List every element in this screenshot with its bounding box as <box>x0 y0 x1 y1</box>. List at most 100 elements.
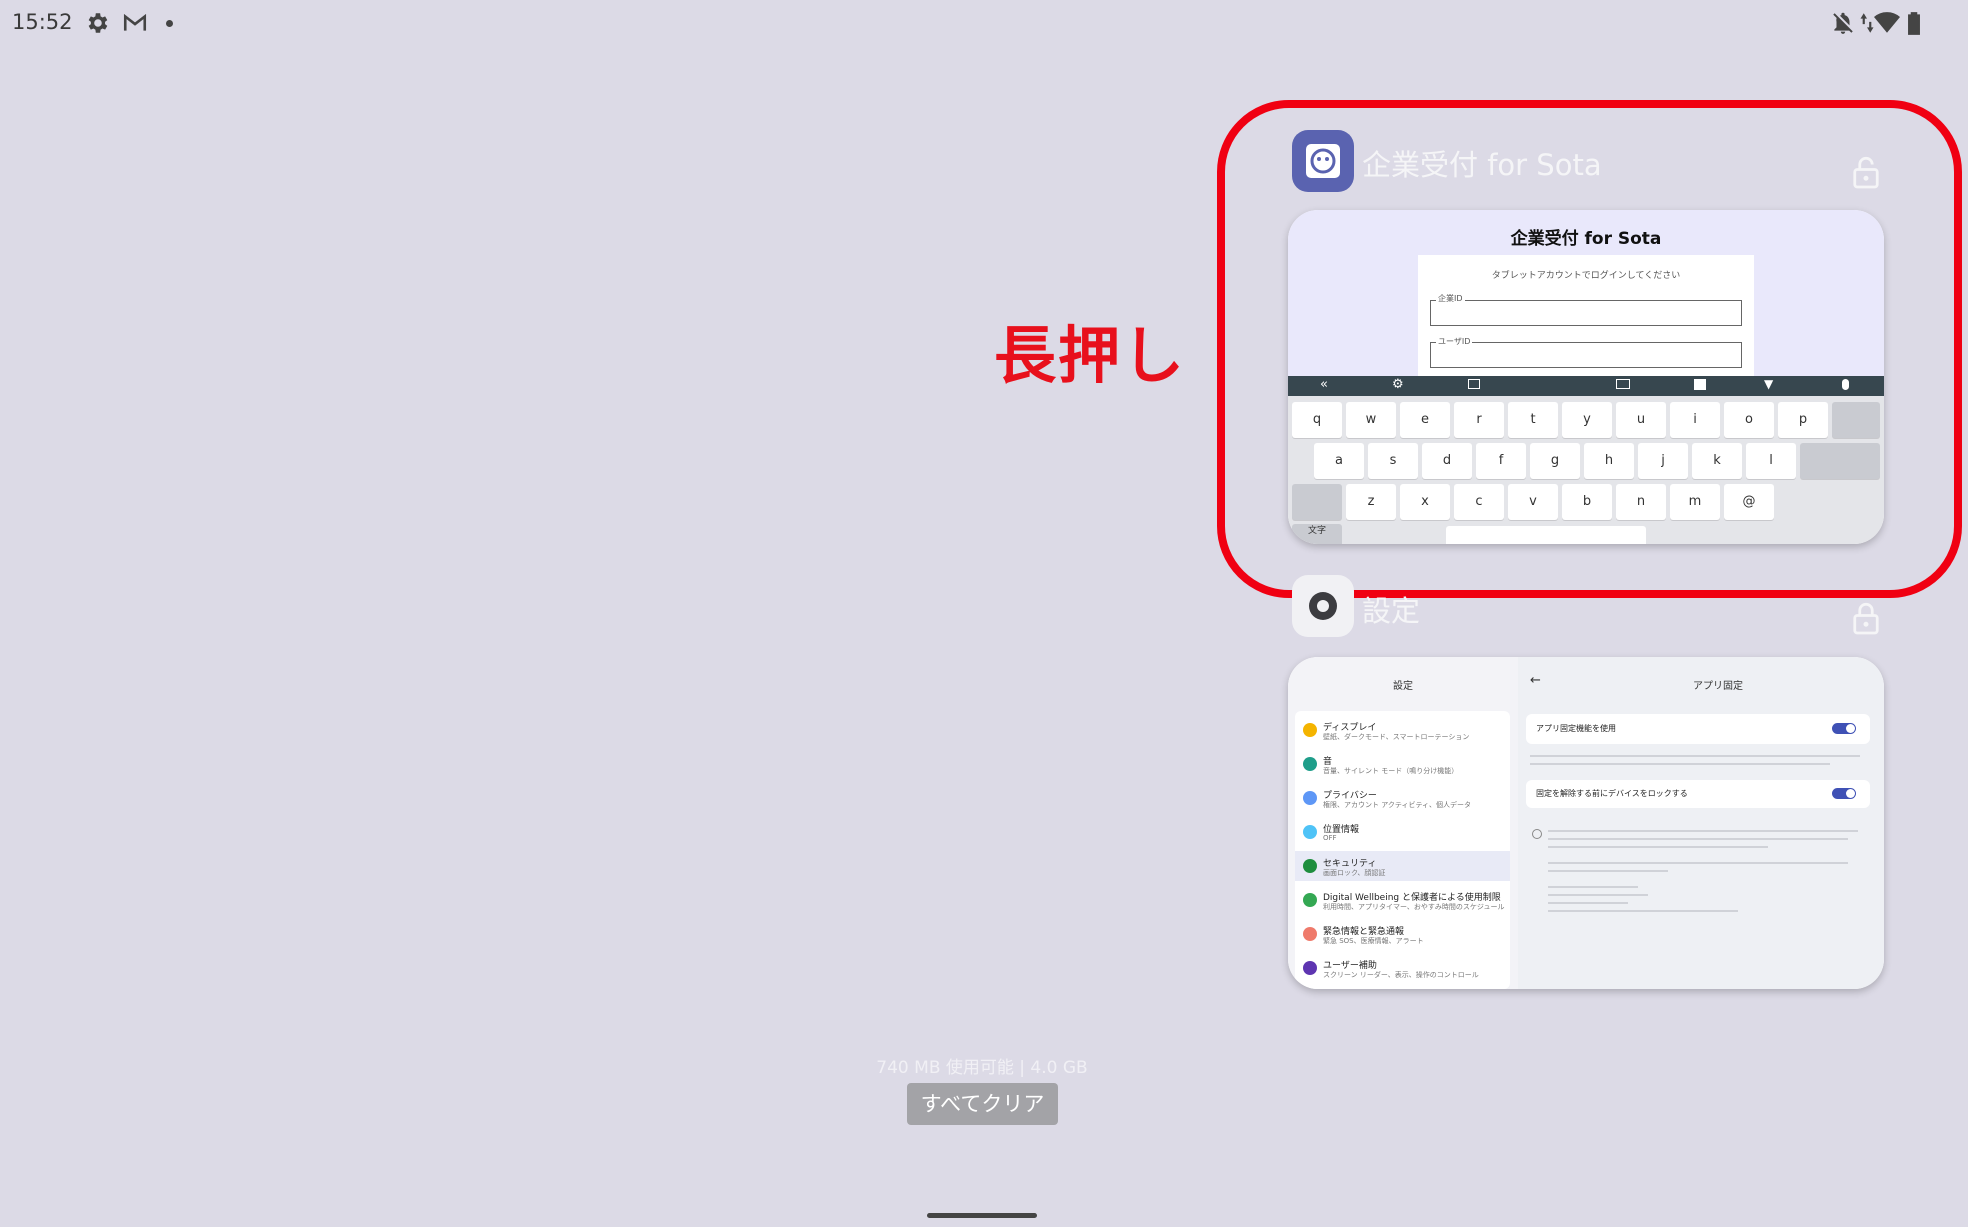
keyboard-layout-icon <box>1616 379 1630 389</box>
key-j[interactable]: j <box>1638 443 1688 479</box>
key-m[interactable]: m <box>1670 484 1720 520</box>
settings-menu-list: ディスプレイ 壁紙、ダークモード、スマートローテーション音音量、サイレント モード… <box>1295 711 1510 989</box>
key-x[interactable]: x <box>1400 484 1450 520</box>
wifi-icon <box>1874 12 1900 33</box>
settings-right-header: アプリ固定 <box>1693 681 1743 692</box>
user-id-label: ユーザID <box>1436 336 1473 347</box>
settings-item-subtitle: 音量、サイレント モード（鳴り分け機能） <box>1323 767 1459 775</box>
key-l[interactable]: l <box>1746 443 1796 479</box>
settings-app-icon[interactable] <box>1292 575 1354 637</box>
keyboard-theme-icon: ▼ <box>1764 377 1774 391</box>
key-o[interactable]: o <box>1724 402 1774 438</box>
company-id-field[interactable] <box>1430 300 1742 326</box>
settings-item-icon <box>1303 791 1317 805</box>
key-q[interactable]: q <box>1292 402 1342 438</box>
key-s[interactable]: s <box>1368 443 1418 479</box>
shift-key[interactable] <box>1292 484 1342 520</box>
key-h[interactable]: h <box>1584 443 1634 479</box>
settings-menu-item[interactable]: 位置情報 OFF <box>1295 817 1510 847</box>
keyboard-settings-icon: ⚙ <box>1392 377 1404 392</box>
settings-app-thumbnail[interactable]: 設定 ディスプレイ 壁紙、ダークモード、スマートローテーション音音量、サイレント … <box>1288 657 1884 989</box>
battery-icon <box>1908 12 1920 35</box>
settings-item-icon <box>1303 723 1317 737</box>
spacebar-key[interactable] <box>1446 526 1646 544</box>
lock-icon[interactable] <box>1851 600 1881 636</box>
key-y[interactable]: y <box>1562 402 1612 438</box>
info-icon <box>1532 829 1542 839</box>
key-c[interactable]: c <box>1454 484 1504 520</box>
key-@[interactable]: @ <box>1724 484 1774 520</box>
settings-item-subtitle: スクリーン リーダー、表示、操作のコントロール <box>1323 971 1479 979</box>
app-pinning-toggle-label: アプリ固定機能を使用 <box>1536 724 1616 733</box>
settings-item-subtitle: 緊急 SOS、医療情報、アラート <box>1323 937 1424 945</box>
gesture-nav-handle[interactable] <box>927 1213 1037 1218</box>
settings-item-icon <box>1303 961 1317 975</box>
key-b[interactable]: b <box>1562 484 1612 520</box>
app-pinning-toggle-row[interactable]: アプリ固定機能を使用 <box>1526 714 1870 744</box>
key-w[interactable]: w <box>1346 402 1396 438</box>
settings-menu-item[interactable]: 音音量、サイレント モード（鳴り分け機能） <box>1295 749 1510 779</box>
sota-login-prompt: タブレットアカウントでログインしてください <box>1491 271 1681 281</box>
settings-item-subtitle: 壁紙、ダークモード、スマートローテーション <box>1323 733 1470 741</box>
settings-item-subtitle: 権限、アカウント アクティビティ、個人データ <box>1323 801 1472 809</box>
key-p[interactable]: p <box>1778 402 1828 438</box>
settings-item-icon <box>1303 893 1317 907</box>
software-keyboard: q w e r t y u i o p a s d f g h j k l z x c v b n m @ 文字 <box>1288 396 1884 544</box>
sota-app-icon[interactable] <box>1292 130 1354 192</box>
key-v[interactable]: v <box>1508 484 1558 520</box>
key-k[interactable]: k <box>1692 443 1742 479</box>
settings-menu-item[interactable]: ユーザー補助 スクリーン リーダー、表示、操作のコントロール <box>1295 953 1510 983</box>
settings-menu-item[interactable]: Digital Wellbeing と保護者による使用制限 利用時間、アプリタイマ… <box>1295 885 1510 915</box>
dot-icon <box>166 20 173 27</box>
settings-menu-item[interactable]: 緊急情報と緊急通報 緊急 SOS、医療情報、アラート <box>1295 919 1510 949</box>
sota-card-title[interactable]: 企業受付 for Sota <box>1362 142 1602 184</box>
app-pinning-switch[interactable] <box>1832 723 1856 734</box>
settings-item-icon <box>1303 825 1317 839</box>
settings-menu-item[interactable]: セキュリティ 画面ロック、顔認証 <box>1295 851 1510 881</box>
memory-info: 740 MB 使用可能 | 4.0 GB <box>876 1058 1088 1078</box>
mode-switch-key[interactable]: 文字 <box>1292 524 1342 544</box>
key-t[interactable]: t <box>1508 402 1558 438</box>
key-f[interactable]: f <box>1476 443 1526 479</box>
key-i[interactable]: i <box>1670 402 1720 438</box>
sota-app-thumbnail[interactable]: 企業受付 for Sota タブレットアカウントでログインしてください 企業ID… <box>1288 210 1884 544</box>
settings-item-subtitle: 利用時間、アプリタイマー、おやすみ時間のスケジュール <box>1323 903 1505 911</box>
settings-menu-item[interactable]: プライバシー 権限、アカウント アクティビティ、個人データ <box>1295 783 1510 813</box>
data-arrows-icon <box>1860 13 1874 33</box>
keyboard-toolbar: « ⚙ ▼ <box>1288 376 1884 396</box>
keyboard-mic-icon <box>1842 379 1849 390</box>
lock-before-unpin-switch[interactable] <box>1832 788 1856 799</box>
key-a[interactable]: a <box>1314 443 1364 479</box>
lock-before-unpin-toggle-row[interactable]: 固定を解除する前にデバイスをロックする <box>1526 780 1870 808</box>
settings-left-header: 設定 <box>1393 681 1413 692</box>
settings-item-icon <box>1303 757 1317 771</box>
keyboard-collapse-icon: « <box>1320 377 1328 392</box>
settings-card-title[interactable]: 設定 <box>1362 588 1420 630</box>
user-id-field[interactable] <box>1430 342 1742 368</box>
key-e[interactable]: e <box>1400 402 1450 438</box>
clear-all-button[interactable]: すべてクリア <box>907 1083 1058 1125</box>
dnd-off-icon <box>1833 12 1853 34</box>
enter-key[interactable] <box>1800 443 1880 479</box>
gear-icon <box>88 13 108 33</box>
key-r[interactable]: r <box>1454 402 1504 438</box>
key-u[interactable]: u <box>1616 402 1666 438</box>
status-time: 15:52 <box>12 10 73 34</box>
key-z[interactable]: z <box>1346 484 1396 520</box>
gmail-icon <box>123 13 147 31</box>
settings-item-subtitle: OFF <box>1323 834 1337 842</box>
sota-login-heading: 企業受付 for Sota <box>1510 229 1662 249</box>
lock-open-icon[interactable] <box>1851 154 1881 190</box>
keyboard-clipboard-icon <box>1468 379 1480 389</box>
long-press-annotation: 長押し <box>994 319 1187 392</box>
settings-menu-item[interactable]: ディスプレイ 壁紙、ダークモード、スマートローテーション <box>1295 715 1510 745</box>
settings-item-subtitle: 画面ロック、顔認証 <box>1323 869 1386 877</box>
backspace-key[interactable] <box>1832 402 1880 438</box>
key-n[interactable]: n <box>1616 484 1666 520</box>
settings-item-icon <box>1303 927 1317 941</box>
back-arrow-icon[interactable]: ← <box>1530 673 1541 688</box>
settings-item-icon <box>1303 859 1317 873</box>
key-g[interactable]: g <box>1530 443 1580 479</box>
key-d[interactable]: d <box>1422 443 1472 479</box>
keyboard-edit-icon <box>1694 379 1706 390</box>
